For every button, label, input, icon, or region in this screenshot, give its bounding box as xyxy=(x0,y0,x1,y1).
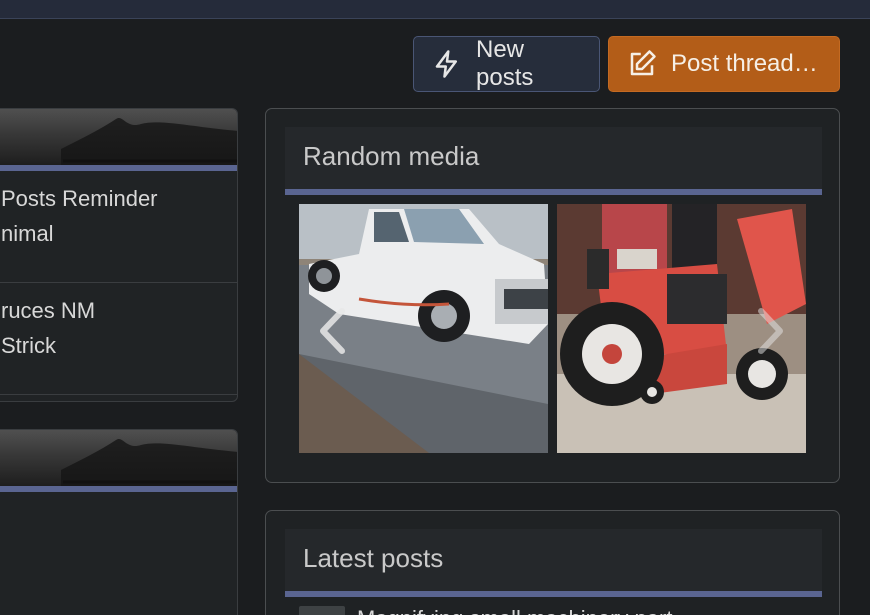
latest-posts-block: Latest posts Magnifying small machinery … xyxy=(265,510,840,615)
latest-post-item[interactable]: Magnifying small machinery part xyxy=(299,606,672,615)
sidebar-thread-item[interactable]: Posts Reminder nimal xyxy=(0,171,237,283)
sidebar-thread-title: Posts Reminder xyxy=(1,186,158,211)
sidebar-thread-item[interactable]: ruces NM Strick xyxy=(0,283,237,395)
sidebar-block-banner xyxy=(0,430,237,492)
sidebar-thread-subtitle: nimal xyxy=(1,221,54,246)
sidebar-thread-subtitle: Strick xyxy=(1,333,56,358)
random-media-title: Random media xyxy=(303,141,480,171)
carousel-next-arrow[interactable] xyxy=(756,306,786,356)
latest-posts-title: Latest posts xyxy=(303,543,444,573)
banner-graphic xyxy=(61,438,237,486)
sidebar-block: Posts Reminder nimal ruces NM Strick xyxy=(0,108,238,402)
sidebar-block xyxy=(0,429,238,615)
avatar xyxy=(299,606,345,615)
sidebar-block-banner xyxy=(0,109,237,171)
lightning-bolt-icon xyxy=(435,50,457,78)
banner-graphic xyxy=(61,117,237,165)
latest-post-title: Magnifying small machinery part xyxy=(357,606,672,615)
new-posts-button[interactable]: New posts xyxy=(413,36,600,92)
post-thread-label: Post thread… xyxy=(671,50,818,77)
sidebar-thread-title: ruces NM xyxy=(1,298,96,323)
random-media-header: Random media xyxy=(285,127,822,195)
latest-posts-header: Latest posts xyxy=(285,529,822,597)
edit-pencil-icon xyxy=(630,50,656,76)
carousel-prev-arrow[interactable] xyxy=(317,306,347,356)
new-posts-label: New posts xyxy=(476,36,534,91)
post-thread-button[interactable]: Post thread… xyxy=(608,36,840,92)
random-media-block: Random media xyxy=(265,108,840,483)
top-navigation-bar xyxy=(0,0,870,19)
